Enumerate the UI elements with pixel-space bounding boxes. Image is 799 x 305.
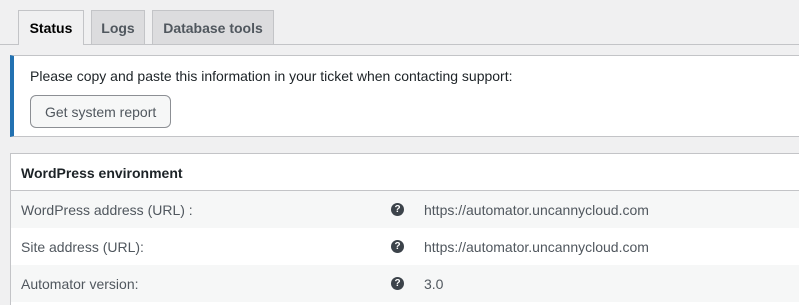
row-label: Site address (URL): [21, 239, 144, 255]
tab-logs[interactable]: Logs [91, 10, 145, 44]
table-row: Automator version: ? 3.0 [11, 265, 799, 302]
table-heading: WordPress environment [11, 154, 799, 191]
question-circle-icon[interactable]: ? [391, 203, 404, 216]
row-value: https://automator.uncannycloud.com [424, 239, 649, 255]
question-circle-icon[interactable]: ? [391, 277, 404, 290]
tab-database-tools[interactable]: Database tools [152, 10, 274, 44]
table-row: WordPress address (URL) : ? https://auto… [11, 191, 799, 228]
row-label: Automator version: [21, 276, 139, 292]
table-heading-text: WordPress environment [21, 165, 183, 181]
tab-status[interactable]: Status [18, 10, 84, 45]
row-value: 3.0 [424, 276, 444, 292]
row-label: WordPress address (URL) : [21, 202, 193, 218]
support-notice: Please copy and paste this information i… [10, 55, 799, 137]
wordpress-environment-table: WordPress environment WordPress address … [10, 153, 799, 305]
get-system-report-button[interactable]: Get system report [30, 95, 172, 128]
row-value: https://automator.uncannycloud.com [424, 202, 649, 218]
tab-bar: Status Logs Database tools [0, 0, 799, 45]
notice-text: Please copy and paste this information i… [30, 68, 513, 84]
table-row: Site address (URL): ? https://automator.… [11, 228, 799, 265]
question-circle-icon[interactable]: ? [391, 240, 404, 253]
